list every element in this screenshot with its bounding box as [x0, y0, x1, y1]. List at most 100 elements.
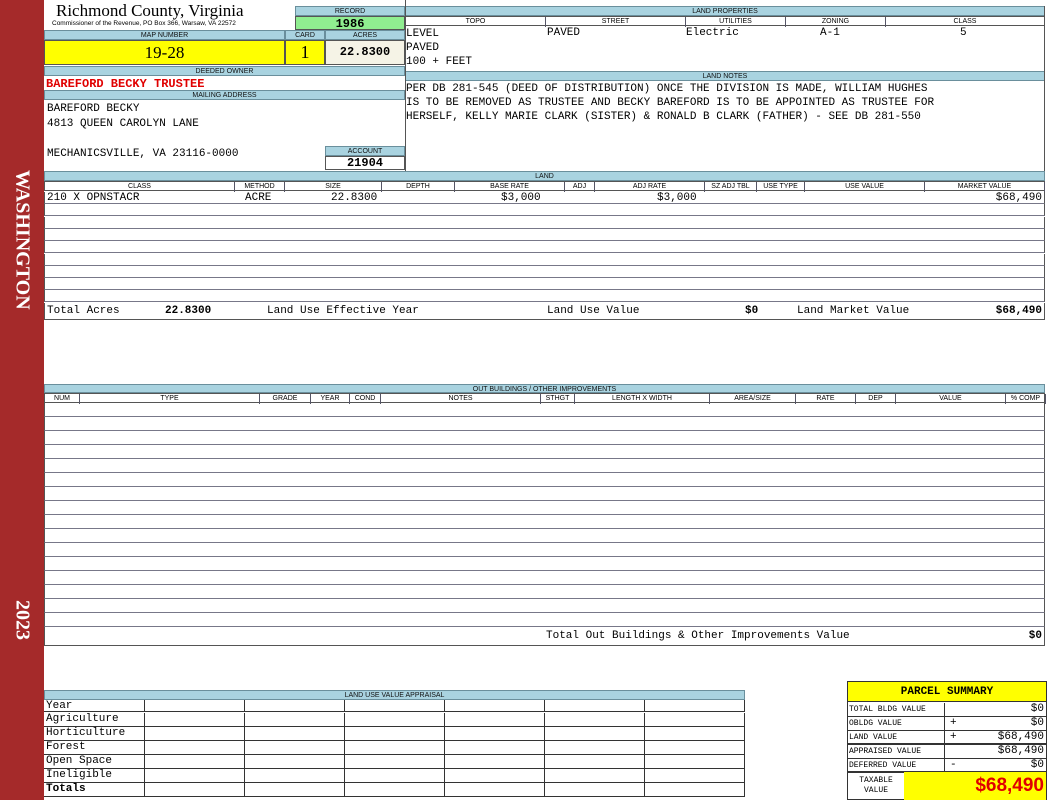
land-use-row-label: Forest	[46, 741, 86, 753]
land-use-appraisal-label: LAND USE VALUE APPRAISAL	[44, 690, 745, 700]
outbuildings-total-value: $0	[1028, 630, 1042, 642]
cell-divider	[544, 755, 545, 768]
summary-label: DEFERRED VALUE	[849, 759, 945, 771]
land-table-header: CLASS METHOD SIZE DEPTH BASE RATE ADJ ADJ RATE…	[44, 181, 1045, 192]
land-row	[44, 253, 1045, 266]
cell-divider	[644, 713, 645, 726]
land-use-row-label: Totals	[46, 783, 86, 795]
account-number: 21904	[325, 156, 405, 170]
topo-values: LEVEL PAVED 100 + FEET	[406, 27, 472, 69]
cell-divider	[444, 713, 445, 726]
tax-year: 2023	[11, 600, 34, 640]
map-number: 19-28	[44, 40, 285, 65]
outbuilding-row	[44, 515, 1045, 529]
col-topo: TOPO	[406, 17, 546, 27]
outbuildings-total-label: Total Out Buildings & Other Improvements…	[546, 630, 850, 642]
parcel-summary-row: OBLDG VALUE + $0	[848, 717, 1046, 731]
address-line: BAREFORD BECKY	[47, 103, 140, 115]
summary-operator: +	[950, 717, 957, 729]
effective-year-label: Land Use Effective Year	[267, 305, 419, 317]
outbuilding-row	[44, 431, 1045, 445]
summary-value: $68,490	[997, 745, 1044, 757]
outbuilding-row	[44, 417, 1045, 431]
land-use-row: Ineligible	[44, 769, 745, 783]
cell-divider	[244, 783, 245, 796]
land-notes-label: LAND NOTES	[405, 71, 1045, 81]
total-acres: 22.8300	[165, 305, 212, 317]
outbuilding-row	[44, 543, 1045, 557]
land-use-row-label: Open Space	[46, 755, 113, 767]
summary-operator: -	[950, 759, 957, 771]
land-use-row: Totals	[44, 783, 745, 797]
land-use-row: Year	[44, 700, 745, 712]
land-row	[44, 228, 1045, 241]
acres-label: ACRES	[325, 30, 405, 40]
map-number-label: MAP NUMBER	[44, 30, 285, 40]
col-class: CLASS	[953, 18, 977, 25]
mailing-address-label: MAILING ADDRESS	[44, 90, 405, 100]
land-use-row: Open Space	[44, 755, 745, 769]
cell-divider	[144, 783, 145, 796]
topo: PAVED	[406, 42, 440, 54]
col-zoning: ZONING	[786, 17, 886, 27]
land-base-rate: $3,000	[501, 192, 541, 204]
land-class: 210 X OPNSTACR	[47, 192, 140, 204]
land-use-row: Agriculture	[44, 713, 745, 727]
outbuilding-row	[44, 473, 1045, 487]
land-col-header: ADJ	[565, 182, 595, 192]
cell-divider	[744, 700, 745, 711]
utilities-value: Electric	[686, 27, 739, 39]
summary-value: $0	[1030, 717, 1044, 729]
summary-label: APPRAISED VALUE	[849, 745, 945, 758]
land-size: 22.8300	[331, 192, 378, 204]
cell-divider	[644, 741, 645, 754]
land-row	[44, 290, 1045, 303]
land-use-row-label: Horticulture	[46, 727, 126, 739]
cell-divider	[744, 783, 745, 796]
cell-divider	[744, 713, 745, 726]
summary-value: $0	[1030, 703, 1044, 715]
cell-divider	[544, 700, 545, 711]
cell-divider	[644, 755, 645, 768]
parcel-summary-row: LAND VALUE + $68,490	[848, 731, 1046, 745]
summary-operator: +	[950, 731, 957, 743]
taxable-value-label: TAXABLE VALUE	[859, 776, 893, 795]
address-line	[47, 132, 238, 147]
land-properties-header: TOPO STREET UTILITIES ZONING CLASS	[405, 16, 1045, 27]
cell-divider	[644, 783, 645, 796]
county-title: Richmond County, Virginia	[56, 1, 244, 20]
street-value: PAVED	[547, 27, 581, 39]
outbuilding-row	[44, 529, 1045, 543]
outbuilding-row	[44, 403, 1045, 417]
land-col-header: SIZE	[285, 182, 382, 192]
cell-divider	[344, 755, 345, 768]
card-label: CARD	[285, 30, 325, 40]
land-row	[44, 265, 1045, 278]
topo: 100 + FEET	[406, 56, 473, 68]
parcel-summary-row: APPRAISED VALUE $68,490	[848, 745, 1046, 759]
land-use-row-label: Year	[46, 700, 73, 712]
outbuilding-row	[44, 445, 1045, 459]
parcel-summary: PARCEL SUMMARY TOTAL BLDG VALUE $0 OBLDG V…	[847, 681, 1047, 800]
cell-divider	[144, 713, 145, 726]
outbuildings-header: NUM TYPE GRADE YEAR COND NOTES STHGT LENGTH X W…	[44, 393, 1046, 404]
cell-divider	[244, 769, 245, 782]
outbuilding-row	[44, 557, 1045, 571]
cell-divider	[544, 783, 545, 796]
address-line: MECHANICSVILLE, VA 23116-0000	[47, 148, 239, 160]
land-label: LAND	[44, 171, 1045, 181]
land-col-header: SZ ADJ TBL	[705, 182, 757, 192]
cell-divider	[344, 741, 345, 754]
use-value-label: Land Use Value	[547, 305, 640, 317]
outbuilding-row	[44, 613, 1045, 627]
land-col-header: DEPTH	[382, 182, 455, 192]
record-value: 1986	[295, 16, 405, 31]
market-value-total: $68,490	[995, 305, 1042, 317]
land-method: ACRE	[245, 192, 272, 204]
col-utilities: UTILITIES	[686, 17, 786, 27]
cell-divider	[344, 727, 345, 740]
cell-divider	[544, 741, 545, 754]
summary-value: $0	[1030, 759, 1044, 771]
cell-divider	[244, 741, 245, 754]
class-value: 5	[960, 27, 967, 39]
